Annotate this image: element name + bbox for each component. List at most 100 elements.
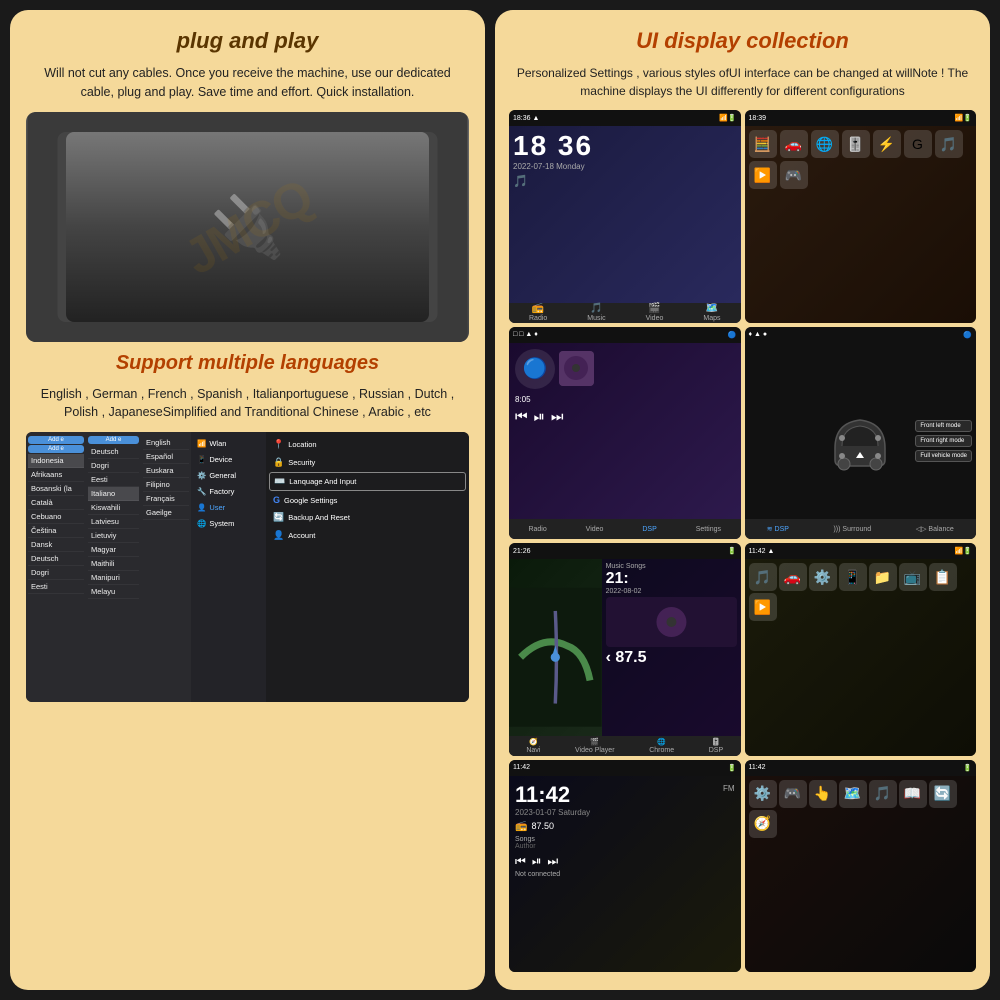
lang2-manipuri[interactable]: Manipuri (88, 571, 139, 585)
app-file-explorer[interactable]: 📁 (869, 563, 897, 591)
app-steering[interactable]: 🔄 (929, 780, 957, 808)
bt-prev[interactable]: ⏮ (515, 408, 528, 425)
lang2-dogri[interactable]: Dogri (88, 459, 139, 473)
app-music-player[interactable]: 🎵 (935, 130, 963, 158)
settings-user[interactable]: 👤 User (193, 500, 264, 515)
app-swc[interactable]: 🎮 (780, 161, 808, 189)
app-play-store[interactable]: ▶️ (749, 161, 777, 189)
plug-image: JMCQ (26, 112, 469, 342)
nav-navi[interactable]: 🧭Navi (526, 738, 540, 754)
nav-dsp-eq[interactable]: 🎚️DSP (709, 738, 723, 754)
app-settings-3[interactable]: ⚙️ (749, 780, 777, 808)
nav-video-player[interactable]: 🎬Video Player (575, 738, 615, 754)
app-swc-3[interactable]: 🎮 (779, 780, 807, 808)
nav-bt-settings[interactable]: Settings (696, 526, 721, 533)
add-button-3[interactable]: Add e (88, 436, 139, 444)
surround-label[interactable]: ))) Surround (833, 526, 871, 533)
nav-music[interactable]: 🎵Music (587, 303, 605, 322)
front-left-btn[interactable]: Front left mode (915, 420, 972, 432)
lang-indonesia[interactable]: Indonesia (28, 454, 84, 468)
lang3-francais[interactable]: Français (143, 492, 189, 506)
add-button-1[interactable]: Add e (28, 436, 84, 444)
app-bt-music[interactable]: 🎵 (749, 563, 777, 591)
app-hd2[interactable]: 📺 (899, 563, 927, 591)
balance-label[interactable]: ◁▷ Balance (916, 525, 954, 533)
full-vehicle-btn[interactable]: Full vehicle mode (915, 450, 972, 462)
app-touch-assist[interactable]: 👆 (809, 780, 837, 808)
ag2-status: 📶🔋 (955, 547, 972, 555)
app-ops-guide[interactable]: 📖 (899, 780, 927, 808)
c2-play[interactable]: ⏯ (532, 854, 542, 869)
app-nav-3[interactable]: 🧭 (749, 810, 777, 838)
settings-security[interactable]: 🔒 Security (269, 454, 466, 471)
lang-cebuano[interactable]: Cebuano (28, 510, 84, 524)
lang2-magyar[interactable]: Magyar (88, 543, 139, 557)
lang-cestina[interactable]: Čeština (28, 524, 84, 538)
settings-google[interactable]: G Google Settings (269, 492, 466, 508)
app-more[interactable]: ▶️ (749, 593, 777, 621)
lang2-kiswahili[interactable]: Kiswahili (88, 501, 139, 515)
video-icon: 🎬 (648, 303, 660, 314)
lang-dansk[interactable]: Dansk (28, 538, 84, 552)
app-music-3[interactable]: 🎵 (869, 780, 897, 808)
lang3-euskara[interactable]: Euskara (143, 464, 189, 478)
nav-video[interactable]: 🎬Video (646, 303, 664, 322)
app-flash[interactable]: ⚡ (873, 130, 901, 158)
security-icon: 🔒 (273, 457, 284, 468)
wlan-label: Wlan (209, 439, 226, 448)
c2-prev[interactable]: ⏮ (515, 854, 526, 869)
lang2-deutsch[interactable]: Deutsch (88, 445, 139, 459)
music-nav-status: 🔋 (728, 547, 737, 555)
lang2-italiano[interactable]: Italiano (88, 487, 139, 501)
lang3-espanol[interactable]: Español (143, 450, 189, 464)
settings-account[interactable]: 👤 Account (269, 527, 466, 544)
settings-system[interactable]: 🌐 System (193, 516, 264, 531)
app-chrome[interactable]: 🌐 (811, 130, 839, 158)
app-car-info[interactable]: 🚗 (779, 563, 807, 591)
app-instructions[interactable]: 📋 (929, 563, 957, 591)
front-right-btn[interactable]: Front right mode (915, 435, 972, 447)
app-calculator[interactable]: 🧮 (749, 130, 777, 158)
lang3-gaeilge[interactable]: Gaeilge (143, 506, 189, 520)
settings-backup[interactable]: 🔄 Backup And Reset (269, 509, 466, 526)
settings-location[interactable]: 📍 Location (269, 436, 466, 453)
lang2-lietuvy[interactable]: Lietuviy (88, 529, 139, 543)
lang-bosanski[interactable]: Bosanski (la (28, 482, 84, 496)
ui-screen-app-grid-2: 11:42 ▲ 📶🔋 🎵 🚗 ⚙️ 📱 📁 📺 📋 ▶️ (745, 543, 977, 756)
lang-catala[interactable]: Català (28, 496, 84, 510)
dsp-label[interactable]: ≋ DSP (767, 525, 789, 533)
app-car-setting[interactable]: ⚙️ (809, 563, 837, 591)
nav-bt-video[interactable]: Video (586, 526, 604, 533)
lang2-melayu[interactable]: Melayu (88, 585, 139, 599)
lang-deutsch[interactable]: Deutsch (28, 552, 84, 566)
lang2-eesti[interactable]: Eesti (88, 473, 139, 487)
app-other[interactable]: 📱 (839, 563, 867, 591)
nav-maps[interactable]: 🗺️Maps (703, 303, 720, 322)
lang-afrikaans[interactable]: Afrikaans (28, 468, 84, 482)
app-equalizer[interactable]: 🎚️ (842, 130, 870, 158)
bt-play[interactable]: ⏯ (534, 408, 545, 425)
settings-general[interactable]: ⚙️ General (193, 468, 264, 483)
nav-bt-radio[interactable]: Radio (528, 526, 546, 533)
app-google[interactable]: G (904, 130, 932, 158)
app-carlink[interactable]: 🚗 (780, 130, 808, 158)
nav-chrome[interactable]: 🌐Chrome (649, 738, 674, 754)
bt-next[interactable]: ⏭ (551, 408, 564, 425)
app-grid-1-status: 📶🔋 (955, 114, 972, 122)
lang2-maithili[interactable]: Maithili (88, 557, 139, 571)
add-button-2[interactable]: Add e (28, 445, 84, 453)
settings-factory[interactable]: 🔧 Factory (193, 484, 264, 499)
lang-dogri[interactable]: Dogri (28, 566, 84, 580)
lang3-english[interactable]: English (143, 436, 189, 450)
settings-device[interactable]: 📱 Device (193, 452, 264, 467)
lang2-latviesu[interactable]: Latviesu (88, 515, 139, 529)
nav-bt-dsp[interactable]: DSP (642, 526, 656, 533)
settings-wlan[interactable]: 📶 Wlan (193, 436, 264, 451)
lang-eesti[interactable]: Eesti (28, 580, 84, 594)
user-icon: 👤 (197, 503, 206, 512)
settings-language-input[interactable]: ⌨️ Lanquage And Input (269, 472, 466, 491)
c2-next[interactable]: ⏭ (547, 854, 558, 869)
lang3-filipino[interactable]: Filipino (143, 478, 189, 492)
nav-radio[interactable]: 📻Radio (529, 303, 547, 322)
app-maps-3[interactable]: 🗺️ (839, 780, 867, 808)
